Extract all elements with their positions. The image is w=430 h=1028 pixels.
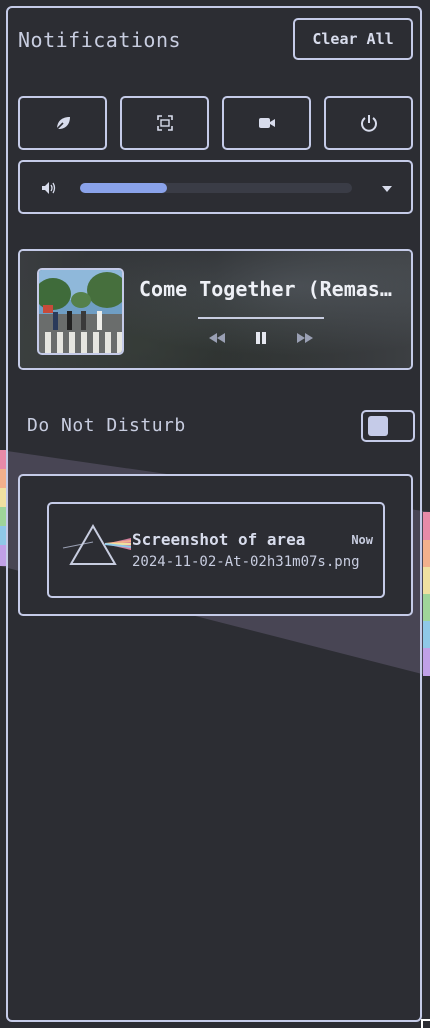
speaker-icon[interactable] <box>41 181 59 195</box>
song-title: Come Together (Remastered 2009) <box>139 277 397 301</box>
power-icon <box>360 115 377 132</box>
leaf-icon <box>54 117 70 131</box>
leaf-toggle-button[interactable] <box>18 96 107 150</box>
prism-icon <box>62 524 131 565</box>
notification-time: Now <box>351 533 373 547</box>
previous-icon <box>209 333 225 343</box>
playback-progress[interactable] <box>198 317 324 319</box>
next-icon <box>297 333 313 343</box>
power-button[interactable] <box>324 96 413 150</box>
notification-title: Screenshot of area <box>132 530 306 549</box>
notification-card[interactable]: Screenshot of area 2024-11-02-At-02h31m0… <box>47 502 385 598</box>
pause-icon <box>256 332 266 344</box>
resize-corner-icon <box>421 1019 430 1028</box>
volume-control <box>18 160 413 214</box>
video-camera-icon <box>258 118 275 128</box>
next-button[interactable] <box>294 329 316 347</box>
notification-group: Screenshot of area 2024-11-02-At-02h31m0… <box>18 474 413 616</box>
pause-button[interactable] <box>250 329 272 347</box>
chevron-down-icon[interactable] <box>381 185 393 193</box>
album-art <box>37 268 124 355</box>
do-not-disturb-label: Do Not Disturb <box>27 415 186 436</box>
screenshot-icon <box>156 115 173 131</box>
screenshot-button[interactable] <box>120 96 209 150</box>
clear-all-button[interactable]: Clear All <box>293 18 413 60</box>
screen-record-button[interactable] <box>222 96 311 150</box>
volume-slider-fill <box>80 183 168 193</box>
toggle-knob <box>368 416 388 436</box>
notification-body: 2024-11-02-At-02h31m07s.png <box>132 554 360 570</box>
media-player: Come Together (Remastered 2009) <box>18 249 413 370</box>
volume-slider[interactable] <box>80 183 352 193</box>
do-not-disturb-toggle[interactable] <box>361 410 415 442</box>
previous-button[interactable] <box>206 329 228 347</box>
panel-title: Notifications <box>18 28 182 52</box>
